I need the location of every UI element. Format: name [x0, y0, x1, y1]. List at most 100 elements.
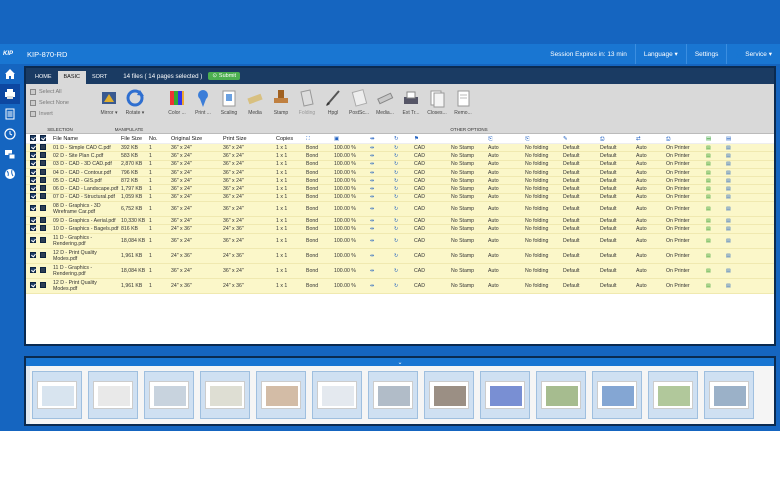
table-row[interactable]: 12 D - Print Quality Modes.pdf 1,961 KB 1 2… [26, 278, 774, 294]
row-checkbox-2[interactable] [40, 176, 46, 183]
copies: 1 x 1 [276, 169, 288, 176]
invert-button[interactable]: Invert [30, 108, 90, 119]
color-button[interactable]: Color ... [164, 84, 190, 133]
rotate-cell-icon: ↻ [394, 177, 399, 184]
page-thumbnail[interactable] [144, 371, 194, 419]
row-checkbox[interactable] [30, 281, 36, 288]
home-icon[interactable] [0, 64, 20, 84]
table-row[interactable]: 12 D - Print Quality Modes.pdf 1,961 KB 1 2… [26, 248, 774, 264]
row-checkbox-2[interactable] [40, 216, 46, 223]
ext-col-icon: ⎘ [488, 135, 493, 142]
row-checkbox-2[interactable] [40, 236, 46, 243]
table-row[interactable]: 01 D - Simple CAD C.pdf 392 KB 1 36" x 24" 3… [26, 143, 774, 153]
postscript-button[interactable]: PostSc... [346, 84, 372, 133]
row-checkbox-2[interactable] [40, 281, 46, 288]
table-row[interactable]: 02 D - Site Plan C.pdf 583 KB 1 36" x 24" 36… [26, 151, 774, 161]
row-checkbox[interactable] [30, 160, 36, 167]
folding-button[interactable]: Folding [294, 84, 320, 133]
language-menu[interactable]: Language ▾ [634, 44, 686, 64]
table-row[interactable]: 11 D - Graphics - Rendering.pdf 18,084 KB… [26, 233, 774, 249]
header-select-checkbox-2[interactable] [40, 134, 46, 141]
table-row[interactable]: 04 D - CAD - Contour.pdf 796 KB 1 36" x 24"… [26, 168, 774, 178]
scaling-button[interactable]: Scaling [216, 84, 242, 133]
ext-tray-button[interactable]: Ext Tr... [398, 84, 424, 133]
table-row[interactable]: 03 D - CAD - 3D CAD.pdf 2,870 KB 1 36" x 24… [26, 160, 774, 169]
tab-sort[interactable]: SORT [86, 71, 113, 84]
table-row[interactable]: 07 D - CAD - Structural.pdf 1,059 KB 1 36" … [26, 193, 774, 203]
row-checkbox-2[interactable] [40, 160, 46, 167]
row-checkbox-2[interactable] [40, 143, 46, 150]
row-checkbox-2[interactable] [40, 151, 46, 158]
history-icon[interactable] [0, 124, 20, 144]
page-thumbnail[interactable] [32, 371, 82, 419]
select-all-button[interactable]: Select All [30, 86, 90, 97]
page-thumbnail[interactable] [200, 371, 250, 419]
row-checkbox[interactable] [30, 216, 36, 223]
page-thumbnail[interactable] [648, 371, 698, 419]
page-thumbnail[interactable] [592, 371, 642, 419]
header-select-checkbox[interactable] [30, 134, 36, 141]
page-thumbnail[interactable] [704, 371, 754, 419]
row-checkbox[interactable] [30, 193, 36, 200]
tab-home[interactable]: HOME [29, 71, 58, 84]
row-checkbox-2[interactable] [40, 193, 46, 200]
row-checkbox-2[interactable] [40, 168, 46, 175]
row-checkbox-2[interactable] [40, 266, 46, 273]
print-quality-button[interactable]: Print ... [190, 84, 216, 133]
user-menu[interactable]: 👤 Service ▾ [726, 44, 780, 64]
table-row[interactable]: 10 D - Graphics - Bagels.pdf 816 KB 1 24" x… [26, 225, 774, 234]
col-copies[interactable]: Copies [275, 136, 305, 142]
closest-button[interactable]: Closes... [424, 84, 450, 133]
queue-icon[interactable] [0, 104, 20, 124]
media-settings-button[interactable]: Media... [372, 84, 398, 133]
col-original-size[interactable]: Original Size [170, 136, 222, 142]
tab-basic[interactable]: BASIC [57, 71, 87, 84]
rotate-cell-icon: ↻ [394, 194, 399, 201]
table-row[interactable]: 08 D - Graphics - 3D Wireframe Car.pdf 6,… [26, 202, 774, 218]
page-thumbnail[interactable] [536, 371, 586, 419]
row-checkbox-2[interactable] [40, 225, 46, 232]
mirror-button[interactable]: Mirror ▾ [96, 84, 122, 133]
globe-icon[interactable] [0, 164, 20, 184]
page-thumbnail[interactable] [88, 371, 138, 419]
media-button[interactable]: Media [242, 84, 268, 133]
row-checkbox[interactable] [30, 236, 36, 243]
row-checkbox[interactable] [30, 205, 36, 212]
printer-icon[interactable] [0, 84, 20, 104]
thumbnail-toggle[interactable]: ⌄ [26, 358, 774, 366]
page-thumbnail[interactable] [480, 371, 530, 419]
row-checkbox[interactable] [30, 185, 36, 192]
stamp-button[interactable]: Stamp [268, 84, 294, 133]
devices-icon[interactable] [0, 144, 20, 164]
row-checkbox[interactable] [30, 143, 36, 150]
row-checkbox[interactable] [30, 266, 36, 273]
row-checkbox-2[interactable] [40, 205, 46, 212]
table-row[interactable]: 09 D - Graphics - Aerial.pdf 10,330 KB 1 36… [26, 216, 774, 226]
rotate-button[interactable]: Rotate ▾ [122, 84, 148, 133]
select-none-button[interactable]: Select None [30, 97, 90, 108]
page-thumbnail[interactable] [424, 371, 474, 419]
table-row[interactable]: 05 D - CAD - GIS.pdf 872 KB 1 36" x 24" 36" … [26, 176, 774, 186]
scroll-left-handle[interactable] [26, 366, 30, 424]
row-checkbox[interactable] [30, 176, 36, 183]
submit-button[interactable]: ⊙ Submit [208, 72, 241, 80]
page-thumbnail[interactable] [312, 371, 362, 419]
hpgl-button[interactable]: Hpgl [320, 84, 346, 133]
settings-link[interactable]: Settings [685, 44, 727, 64]
table-row[interactable]: 11 D - Graphics - Rendering.pdf 18,084 KB… [26, 263, 774, 279]
col-print-size[interactable]: Print Size [222, 136, 275, 142]
col-file-size[interactable]: File Size [120, 136, 148, 142]
row-checkbox[interactable] [30, 251, 36, 258]
row-checkbox-2[interactable] [40, 251, 46, 258]
page-thumbnail[interactable] [256, 371, 306, 419]
col-file-name[interactable]: File Name [52, 136, 120, 142]
page-thumbnail[interactable] [368, 371, 418, 419]
remove-button[interactable]: Remo... [450, 84, 476, 133]
row-checkbox[interactable] [30, 225, 36, 232]
row-checkbox-2[interactable] [40, 185, 46, 192]
col-no[interactable]: No. [148, 136, 170, 142]
row-checkbox[interactable] [30, 151, 36, 158]
table-row[interactable]: 06 D - CAD - Landscape.pdf 1,797 KB 1 36" x… [26, 185, 774, 194]
auto-option-2: Auto [636, 252, 647, 259]
row-checkbox[interactable] [30, 168, 36, 175]
